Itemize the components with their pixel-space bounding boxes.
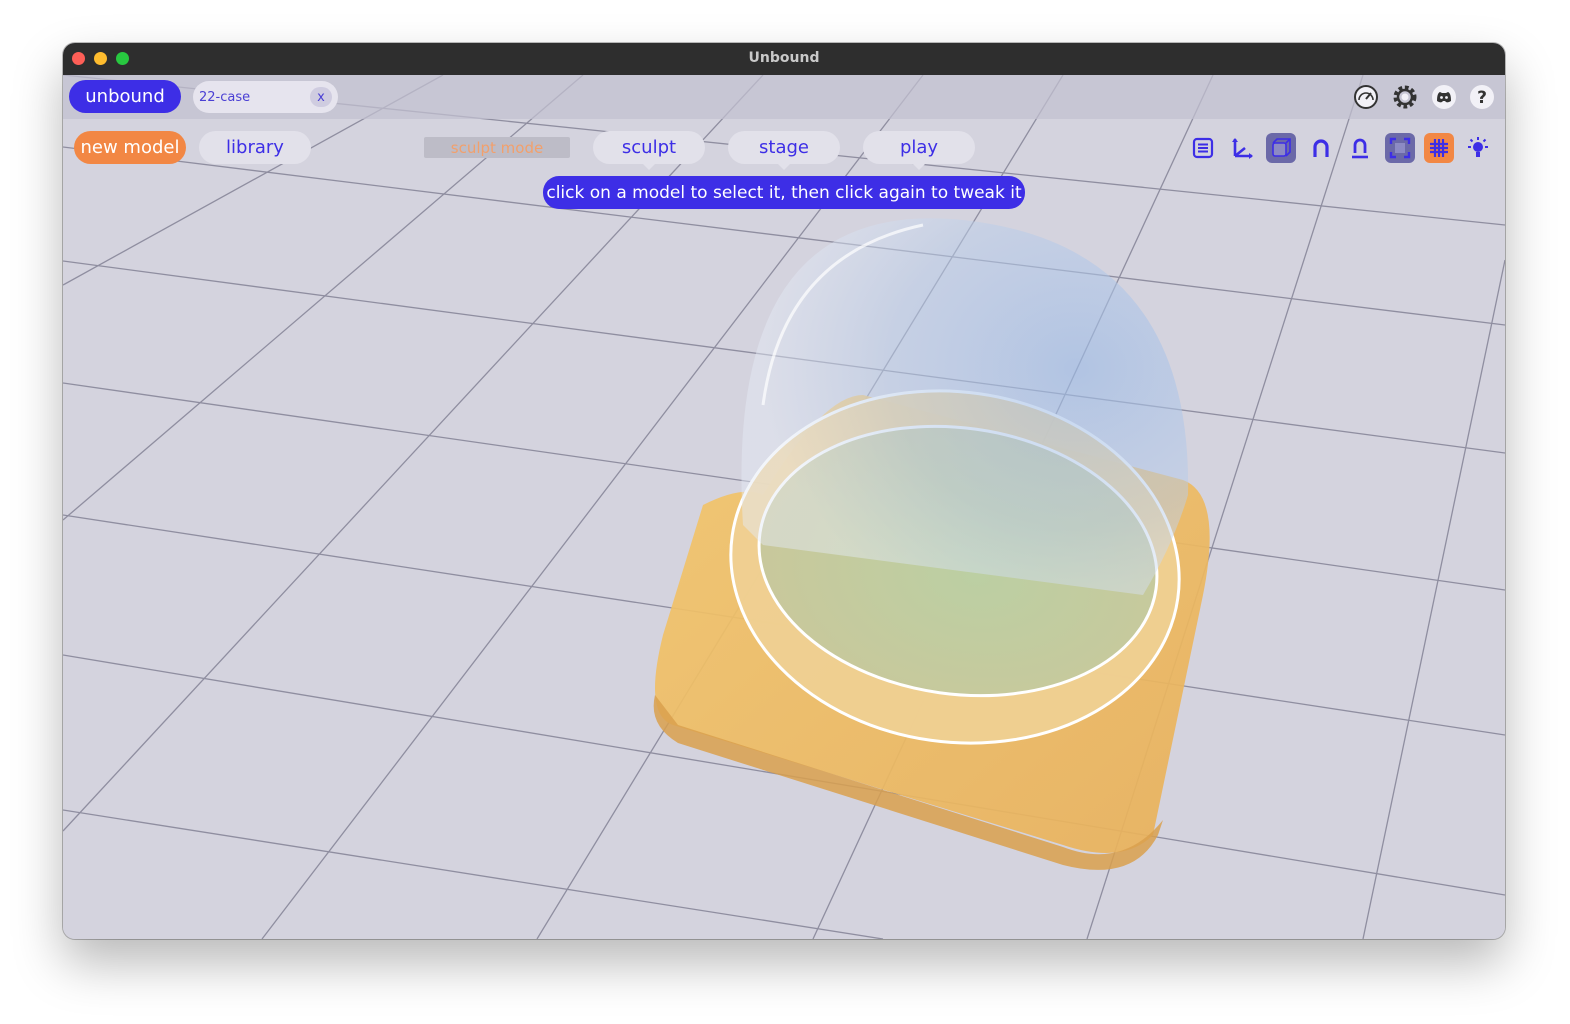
tab-stage[interactable]: stage <box>728 131 840 170</box>
document-tab-label: 22-case <box>199 89 251 105</box>
document-tab[interactable]: 22-case x <box>193 81 338 113</box>
new-model-button[interactable]: new model <box>74 131 186 164</box>
tab-sculpt[interactable]: sculpt <box>593 131 705 170</box>
title-bar: Unbound <box>63 43 1505 75</box>
tab-play[interactable]: play <box>863 131 975 170</box>
axes-icon[interactable] <box>1227 133 1257 163</box>
app-menu-button[interactable]: unbound <box>69 80 181 113</box>
grid-icon[interactable] <box>1424 133 1454 163</box>
app-window: Unbound unbound 22-case x ? new model li… <box>63 43 1505 939</box>
close-document-button[interactable]: x <box>310 87 332 107</box>
frame-bounds-icon[interactable] <box>1385 133 1415 163</box>
magnet-snap-icon[interactable] <box>1306 133 1336 163</box>
cube-view-icon[interactable] <box>1266 133 1296 163</box>
list-panel-icon[interactable] <box>1188 133 1218 163</box>
svg-text:?: ? <box>1477 88 1487 108</box>
magnet-person-icon[interactable] <box>1345 133 1375 163</box>
discord-icon[interactable] <box>1431 84 1457 110</box>
speedometer-icon[interactable] <box>1353 84 1379 110</box>
mode-label: sculpt mode <box>424 137 570 158</box>
light-icon[interactable] <box>1463 133 1493 163</box>
library-button[interactable]: library <box>199 131 311 164</box>
top-bar: unbound 22-case x ? <box>63 75 1505 119</box>
tool-row: new model library sculpt mode sculpt sta… <box>63 131 1505 170</box>
help-icon[interactable]: ? <box>1469 84 1495 110</box>
settings-gear-icon[interactable] <box>1392 84 1418 110</box>
hint-tooltip: click on a model to select it, then clic… <box>543 176 1025 209</box>
window-title: Unbound <box>748 50 820 66</box>
